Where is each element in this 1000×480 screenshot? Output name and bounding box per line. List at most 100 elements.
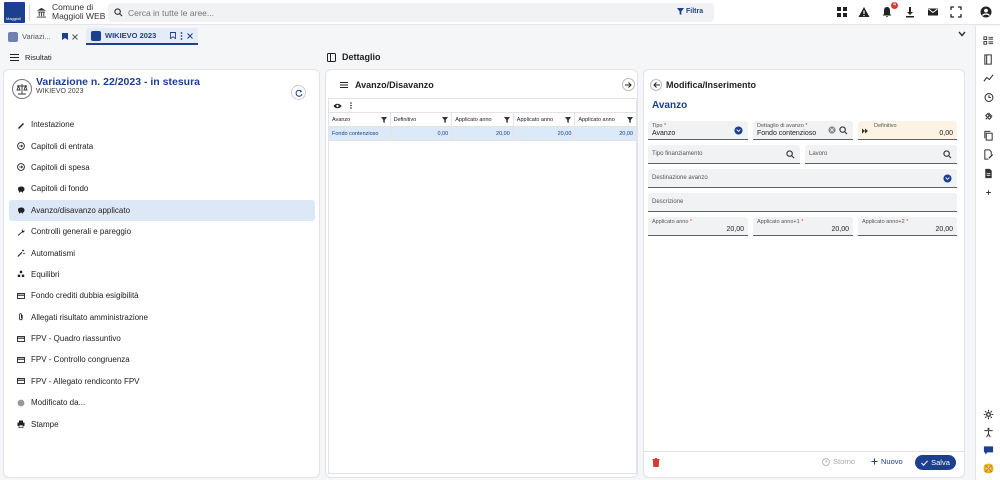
column-header[interactable]: Definitivo (391, 113, 453, 126)
button-label: Storno (833, 457, 856, 466)
search-icon[interactable] (839, 126, 848, 135)
apps-icon[interactable] (836, 6, 848, 18)
salva-button[interactable]: Salva (915, 455, 956, 470)
refresh-button[interactable] (291, 85, 306, 100)
fullscreen-icon[interactable] (950, 6, 962, 18)
menu-item-fpv-quadro-riassuntivo[interactable]: FPV - Quadro riassuntivo (9, 328, 315, 349)
filter-icon[interactable] (503, 116, 510, 123)
municipality-icon (36, 7, 47, 18)
chat-icon[interactable] (983, 445, 994, 456)
menu-item-stampe[interactable]: Stampe (9, 413, 315, 434)
edit-doc-icon[interactable] (983, 149, 994, 160)
expand-button[interactable] (622, 78, 635, 91)
app-logo[interactable]: Maggioli (4, 2, 25, 23)
search-icon[interactable] (786, 150, 795, 159)
clear-icon[interactable] (828, 126, 836, 134)
document-icon[interactable] (983, 168, 994, 179)
bookmark-outline-icon[interactable] (170, 32, 176, 39)
avanzo-list-panel: Avanzo/Disavanzo Avanzo Definitivo Appli… (325, 69, 638, 478)
search-icon[interactable] (943, 150, 952, 159)
menu-item-capitoli-di-fondo[interactable]: Capitoli di fondo (9, 178, 315, 199)
list-icon[interactable] (340, 82, 348, 88)
more-vertical-icon[interactable] (350, 102, 352, 109)
storno-button[interactable]: Storno (822, 457, 855, 466)
menu-item-allegati-risultato-amministrazione[interactable]: Allegati risultato amministrazione (9, 307, 315, 328)
menu-item-controlli-generali-e-pareggio[interactable]: Controlli generali e pareggio (9, 221, 315, 242)
history-icon[interactable] (983, 92, 994, 103)
column-header[interactable]: Applicato anno (452, 113, 514, 126)
gear-icon[interactable] (983, 409, 994, 420)
menu-item-avanzo-disavanzo-applicato[interactable]: Avanzo/disavanzo applicato (9, 199, 315, 221)
field-label: Applicato anno+2 * (862, 219, 909, 225)
piggy-icon (18, 186, 25, 193)
layout-icon[interactable] (983, 35, 994, 46)
applicato-anno1-field[interactable]: Applicato anno+1 * 20,00 (753, 217, 853, 236)
menu-item-label: Capitoli di fondo (31, 184, 89, 194)
chevron-down-icon[interactable] (958, 31, 966, 37)
edit-panel-title: Modifica/Inserimento (666, 80, 757, 90)
panel-icon[interactable] (327, 52, 336, 62)
menu-item-modificato-da[interactable]: Modificato da... (9, 392, 315, 413)
menu-item-automatismi[interactable]: Automatismi (9, 242, 315, 263)
filter-icon[interactable] (442, 116, 449, 123)
alert-icon[interactable] (858, 6, 870, 18)
column-header[interactable]: Applicato anno (575, 113, 636, 126)
applicato-anno2-field[interactable]: Applicato anno+2 * 20,00 (858, 217, 957, 236)
menu-item-capitoli-di-entrata[interactable]: Capitoli di entrata (9, 135, 315, 156)
chart-line-icon[interactable] (983, 73, 994, 84)
accessibility-icon[interactable] (983, 427, 994, 438)
close-icon[interactable] (187, 32, 193, 39)
back-button[interactable] (650, 79, 662, 91)
descrizione-field[interactable]: Descrizione (648, 193, 957, 212)
tab-variazioni[interactable]: Variazi... (3, 28, 83, 45)
bookmark-icon[interactable] (62, 33, 68, 40)
list-icon[interactable] (10, 53, 19, 61)
field-label: Tipo * (652, 123, 667, 129)
filter-icon[interactable] (626, 116, 633, 123)
column-header[interactable]: Applicato anno (514, 113, 576, 126)
menu-item-capitoli-di-spesa[interactable]: Capitoli di spesa (9, 157, 315, 178)
card-icon (17, 292, 25, 299)
field-value: 20,00 (726, 226, 744, 233)
applicato-anno-field[interactable]: Applicato anno * 20,00 (648, 217, 748, 236)
tipo-select[interactable]: Tipo * Avanzo (648, 121, 748, 140)
table-cell: 20,00 (452, 127, 514, 140)
plus-icon[interactable] (983, 187, 994, 198)
column-header[interactable]: Avanzo (329, 113, 391, 126)
avanzo-grid: Avanzo Definitivo Applicato anno Applica… (328, 98, 637, 474)
filter-button[interactable]: Filtra (672, 4, 708, 19)
tipo-finanziamento-field[interactable]: Tipo finanziamento (648, 145, 800, 164)
menu-item-fondo-crediti-dubbia-esigibilit[interactable]: Fondo crediti dubbia esigibilità (9, 285, 315, 306)
field-label: Applicato anno+1 * (757, 219, 804, 225)
menu-item-intestazione[interactable]: Intestazione (9, 114, 315, 135)
more-vertical-icon[interactable] (180, 31, 183, 40)
dropdown-icon[interactable] (734, 126, 743, 135)
filter-icon[interactable] (565, 116, 572, 123)
menu-item-fpv-controllo-congruenza[interactable]: FPV - Controllo congruenza (9, 349, 315, 370)
dropdown-icon[interactable] (943, 174, 952, 183)
search-input[interactable] (128, 3, 648, 22)
filter-icon[interactable] (380, 116, 387, 123)
menu-item-fpv-allegato-rendiconto-fpv[interactable]: FPV - Allegato rendiconto FPV (9, 371, 315, 392)
download-icon[interactable] (904, 6, 916, 18)
scale-icon (12, 79, 32, 99)
destinazione-avanzo-select[interactable]: Destinazione avanzo (648, 169, 957, 188)
mail-icon[interactable] (927, 6, 939, 18)
tab-wikievo[interactable]: WIKIEVO 2023 (86, 28, 198, 45)
dettaglio-avanzo-field[interactable]: Dettaglio di avanzo * Fondo contenzioso (753, 121, 853, 140)
field-value: Avanzo (652, 130, 676, 137)
account-icon[interactable] (980, 6, 992, 18)
table-row[interactable]: Fondo contenzioso 0,00 20,00 20,00 20,00 (329, 127, 636, 141)
top-bar: Maggioli Comune di Maggioli WEB Filtra 4 (0, 0, 1000, 25)
delete-icon[interactable] (652, 458, 660, 467)
book-icon[interactable] (983, 54, 994, 65)
lavoro-field[interactable]: Lavoro (805, 145, 957, 164)
button-label: Nuovo (881, 457, 903, 466)
close-icon[interactable] (72, 33, 78, 40)
support-icon[interactable] (983, 463, 994, 474)
plug-icon[interactable] (983, 111, 994, 122)
nuovo-button[interactable]: Nuovo (871, 457, 903, 466)
eye-icon[interactable] (333, 103, 342, 109)
copy-icon[interactable] (983, 130, 994, 141)
menu-item-equilibri[interactable]: Equilibri (9, 264, 315, 285)
